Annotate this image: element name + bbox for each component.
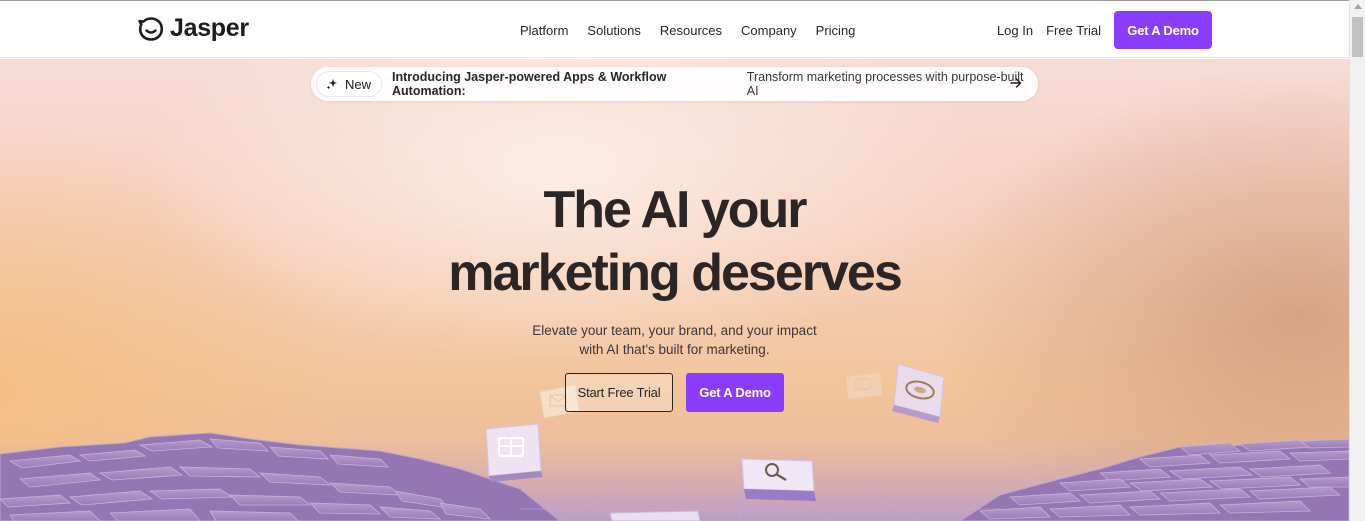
- sparkle-icon: [326, 79, 337, 90]
- hero-subheadline-line-2: with AI that's built for marketing.: [579, 342, 770, 357]
- header-get-demo-button[interactable]: Get A Demo: [1114, 11, 1212, 49]
- hero-subheadline-line-1: Elevate your team, your brand, and your …: [532, 323, 817, 338]
- seal-tile-icon: [892, 363, 945, 423]
- header-actions: Log In Free Trial Get A Demo: [997, 11, 1212, 49]
- announcement-text: Transform marketing processes with purpo…: [746, 70, 1024, 98]
- partial-tile-bottom: [609, 510, 701, 521]
- hero-get-demo-button[interactable]: Get A Demo: [686, 373, 784, 412]
- brand-name: Jasper: [170, 14, 249, 42]
- free-trial-link[interactable]: Free Trial: [1046, 23, 1101, 38]
- page-scrollbar[interactable]: [1349, 0, 1365, 521]
- hero-cta-group: Start Free Trial Get A Demo: [565, 373, 784, 412]
- jasper-logo[interactable]: Jasper: [137, 14, 249, 43]
- jasper-logo-icon: [138, 16, 164, 41]
- right-block-tops: [978, 438, 1349, 520]
- hero-headline: The AI your marketing deserves: [0, 179, 1349, 305]
- calendar-tile-icon: [485, 423, 543, 482]
- hero-subheadline: Elevate your team, your brand, and your …: [0, 321, 1349, 359]
- main-nav: Platform Solutions Resources Company Pri…: [520, 23, 874, 38]
- hero-section: New Introducing Jasper-powered Apps & Wo…: [0, 59, 1349, 521]
- announcement-title: Introducing Jasper-powered Apps & Workfl…: [392, 70, 667, 98]
- nav-pricing[interactable]: Pricing: [816, 23, 856, 38]
- search-tile-icon: [741, 458, 816, 501]
- new-badge: New: [316, 71, 383, 97]
- scroll-thumb[interactable]: [1352, 17, 1363, 57]
- nav-resources[interactable]: Resources: [660, 23, 722, 38]
- floor-grid: [480, 488, 1040, 521]
- hero-headline-line-1: The AI your: [543, 181, 807, 239]
- hero-headline-line-2: marketing deserves: [448, 244, 902, 302]
- right-block-cluster: [959, 440, 1349, 521]
- left-block-tops: [0, 438, 492, 521]
- announcement-banner[interactable]: New Introducing Jasper-powered Apps & Wo…: [311, 67, 1038, 101]
- nav-company[interactable]: Company: [741, 23, 797, 38]
- site-header: Jasper Platform Solutions Resources Comp…: [0, 1, 1349, 58]
- new-badge-label: New: [345, 76, 372, 92]
- scroll-up-arrow-icon[interactable]: [1354, 4, 1362, 9]
- start-free-trial-button[interactable]: Start Free Trial: [565, 373, 673, 412]
- nav-solutions[interactable]: Solutions: [587, 23, 640, 38]
- login-link[interactable]: Log In: [997, 23, 1033, 38]
- left-block-cluster: [0, 432, 561, 521]
- arrow-right-icon: [1010, 78, 1022, 88]
- nav-platform[interactable]: Platform: [520, 23, 568, 38]
- chat-tile-icon: [846, 373, 882, 399]
